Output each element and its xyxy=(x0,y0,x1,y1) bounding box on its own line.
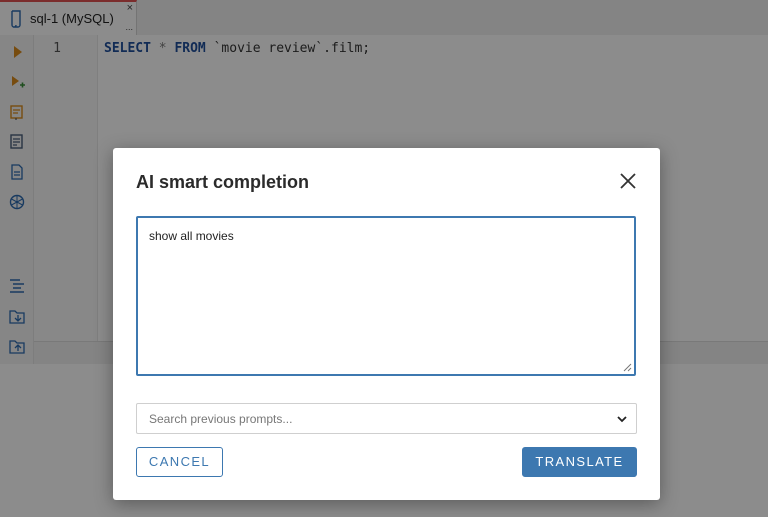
cancel-button[interactable]: CANCEL xyxy=(136,447,223,477)
prompt-value: show all movies xyxy=(149,229,234,243)
search-placeholder: Search previous prompts... xyxy=(149,412,293,426)
previous-prompts-select[interactable]: Search previous prompts... xyxy=(136,403,637,434)
ai-completion-dialog: AI smart completion show all movies Sear… xyxy=(113,148,660,500)
dialog-title: AI smart completion xyxy=(136,172,310,192)
prompt-textarea[interactable]: show all movies xyxy=(136,216,636,376)
resize-grip-icon[interactable] xyxy=(623,363,632,372)
close-icon[interactable] xyxy=(619,172,637,190)
app-window: sql-1 (MySQL) × ... 1 SELECT * FROM `mov… xyxy=(0,0,768,517)
translate-button[interactable]: TRANSLATE xyxy=(522,447,637,477)
chevron-down-icon xyxy=(617,416,627,423)
